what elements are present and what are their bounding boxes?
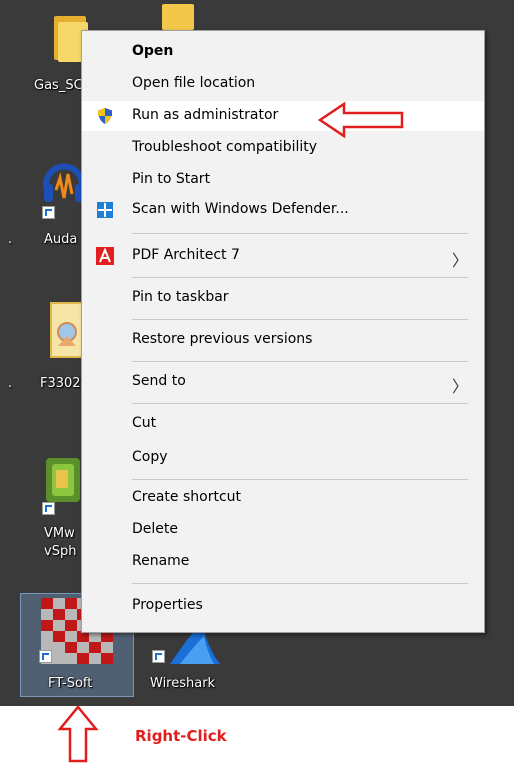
desktop: Gas_SC Auda . F3302 . VMw vSph FT-Soft W… — [0, 0, 514, 706]
menu-item-pdf-architect-7[interactable]: PDF Architect 7 〉 — [82, 241, 484, 271]
desktop-icon-label-vmware-line1: VMw — [44, 526, 75, 541]
menu-separator — [132, 361, 468, 362]
shortcut-arrow-icon — [39, 650, 52, 663]
menu-item-label: Scan with Windows Defender... — [132, 201, 349, 217]
annotation-arrow-up-icon — [57, 705, 99, 763]
menu-item-cut[interactable]: Cut — [82, 409, 484, 439]
menu-item-scan-with-windows-defender[interactable]: Scan with Windows Defender... — [82, 195, 484, 225]
shortcut-arrow-icon — [42, 502, 55, 515]
menu-item-troubleshoot-compatibility[interactable]: Troubleshoot compatibility — [82, 133, 484, 163]
menu-item-copy[interactable]: Copy — [82, 443, 484, 473]
menu-item-label: Delete — [132, 521, 178, 537]
menu-item-label: Copy — [132, 449, 168, 465]
desktop-icon-label-f3302: F3302 — [40, 376, 81, 391]
menu-item-restore-previous-versions[interactable]: Restore previous versions — [82, 325, 484, 355]
image-file-icon — [50, 302, 84, 358]
chevron-right-icon: 〉 — [451, 251, 468, 270]
menu-item-label: Open — [132, 43, 174, 59]
menu-item-open[interactable]: Open — [82, 37, 484, 67]
chevron-right-icon: 〉 — [451, 377, 468, 396]
menu-item-label: Cut — [132, 415, 157, 431]
menu-item-label: Run as administrator — [132, 107, 279, 123]
menu-separator — [132, 583, 468, 584]
menu-separator — [132, 403, 468, 404]
pdf-architect-icon — [96, 247, 114, 265]
annotation-arrow-left-icon — [318, 101, 404, 139]
right-click-annotation-label: Right-Click — [135, 727, 227, 745]
menu-item-label: Properties — [132, 597, 203, 613]
menu-separator — [132, 277, 468, 278]
menu-item-label: Troubleshoot compatibility — [132, 139, 318, 155]
menu-item-delete[interactable]: Delete — [82, 515, 484, 545]
side-mark-2: . — [8, 376, 13, 391]
menu-separator — [132, 233, 468, 234]
desktop-icon-label-wireshark: Wireshark — [150, 676, 216, 691]
menu-item-label: Pin to Start — [132, 171, 211, 187]
menu-item-pin-to-start[interactable]: Pin to Start — [82, 165, 484, 195]
menu-item-properties[interactable]: Properties — [82, 591, 484, 621]
menu-separator — [132, 319, 468, 320]
menu-item-label: Open file location — [132, 75, 256, 91]
desktop-icon-label-vmware-line2: vSph — [44, 544, 77, 559]
menu-item-send-to[interactable]: Send to 〉 — [82, 367, 484, 397]
menu-item-rename[interactable]: Rename — [82, 547, 484, 577]
menu-item-label: Pin to taskbar — [132, 289, 229, 305]
menu-item-run-as-administrator[interactable]: Run as administrator — [82, 101, 484, 131]
menu-item-open-file-location[interactable]: Open file location — [82, 69, 484, 99]
folder-icon — [162, 4, 194, 30]
desktop-icon-label-ft-soft: FT-Soft — [48, 676, 93, 691]
menu-separator — [132, 479, 468, 480]
windows-defender-icon — [97, 202, 113, 218]
shortcut-arrow-icon — [152, 650, 165, 663]
menu-item-label: Create shortcut — [132, 489, 242, 505]
desktop-icon-label-audacity: Auda — [44, 232, 78, 247]
menu-item-label: Restore previous versions — [132, 331, 313, 347]
vmware-vsphere-icon — [46, 458, 80, 502]
menu-item-label: PDF Architect 7 — [132, 247, 240, 263]
menu-item-label: Rename — [132, 553, 190, 569]
side-mark-1: . — [8, 232, 13, 247]
context-menu: Open Open file location Run as administr… — [81, 30, 485, 633]
menu-item-pin-to-taskbar[interactable]: Pin to taskbar — [82, 283, 484, 313]
menu-item-label: Send to — [132, 373, 186, 389]
desktop-icon-label-gas-sc: Gas_SC — [34, 78, 83, 93]
uac-shield-icon — [98, 108, 112, 124]
menu-item-create-shortcut[interactable]: Create shortcut — [82, 483, 484, 513]
shortcut-arrow-icon — [42, 206, 55, 219]
